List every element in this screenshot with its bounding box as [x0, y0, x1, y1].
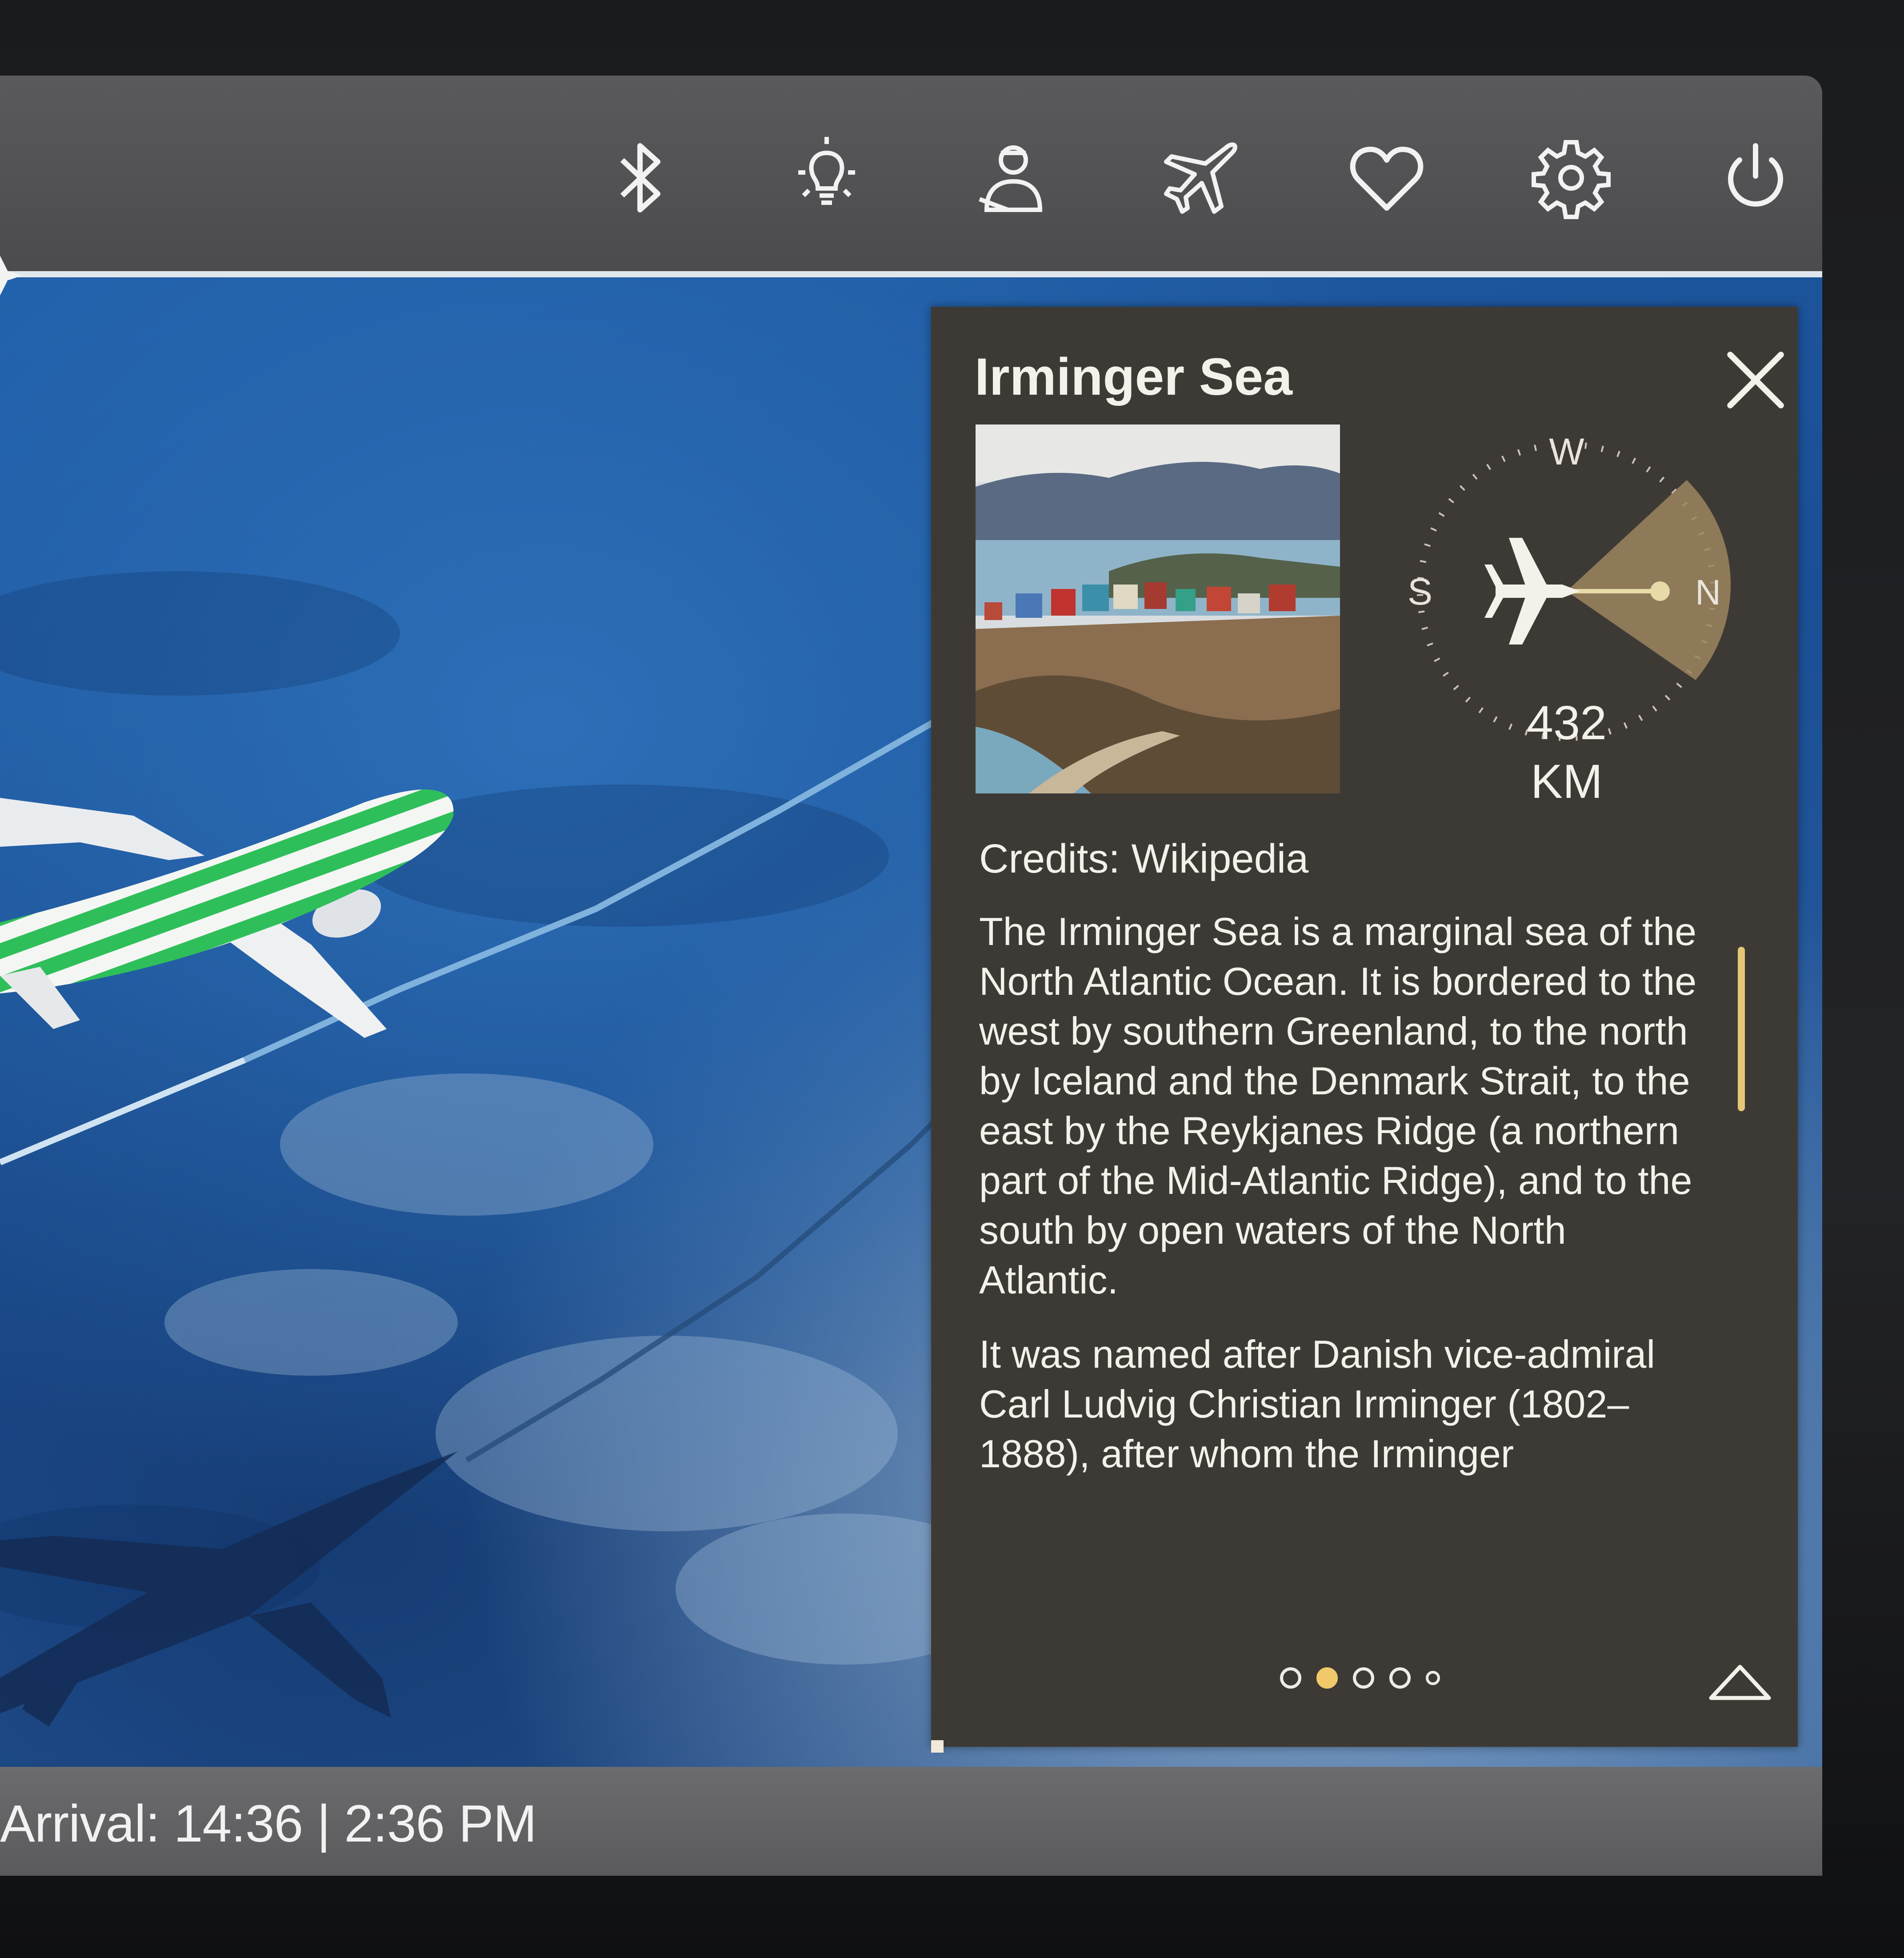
call-attendant-icon[interactable] [964, 129, 1062, 227]
page-indicator [1280, 1662, 1440, 1694]
distance-unit: KM [1531, 754, 1603, 808]
flight-icon[interactable] [1151, 129, 1249, 227]
poi-info-panel: Irminger Sea W S N 432 KM Credits: Wikip… [931, 307, 1798, 1753]
page-dot-3[interactable] [1353, 1667, 1374, 1689]
top-toolbar [0, 76, 1822, 273]
panel-corner-marker [931, 1740, 944, 1753]
description-paragraph: The Irminger Sea is a marginal sea of th… [979, 909, 1697, 1302]
ife-screen: Irminger Sea W S N 432 KM Credits: Wikip… [0, 76, 1822, 1876]
location-photo [976, 424, 1340, 793]
flight-progress-line [0, 271, 1822, 277]
page-dot-4[interactable] [1389, 1667, 1411, 1689]
panel-title: Irminger Sea [975, 348, 1292, 406]
aircraft-heading-icon [1484, 538, 1580, 645]
settings-icon[interactable] [1522, 129, 1620, 227]
compass-south-label: S [1408, 571, 1432, 613]
description-scrollbar[interactable] [1738, 947, 1745, 1111]
bluetooth-icon[interactable] [591, 129, 689, 227]
power-icon[interactable] [1707, 129, 1804, 227]
image-credits: Credits: Wikipedia [979, 836, 1309, 881]
description-paragraph: It was named after Danish vice-admiral C… [979, 1332, 1656, 1476]
progress-aircraft-icon [0, 256, 22, 296]
reading-light-icon[interactable] [778, 129, 876, 227]
text-fade-overlay [979, 1507, 1735, 1560]
compass-west-label: W [1549, 431, 1584, 472]
compass-north-label: N [1695, 573, 1721, 612]
distance-value: 432 [1526, 696, 1607, 749]
distance-readout: 432 KM [1478, 693, 1656, 811]
aircraft-icon [0, 789, 454, 1038]
description-scroll-area[interactable]: The Irminger Sea is a marginal sea of th… [979, 907, 1712, 1556]
close-icon[interactable] [1722, 347, 1789, 413]
favorites-icon[interactable] [1338, 129, 1436, 227]
arrival-time: Arrival: 14:36 | 2:36 PM [0, 1794, 537, 1853]
page-dot-5[interactable] [1426, 1671, 1440, 1685]
page-dot-1[interactable] [1280, 1667, 1301, 1689]
page-dot-2-active[interactable] [1316, 1667, 1338, 1689]
collapse-up-icon[interactable] [1707, 1658, 1773, 1707]
bottom-status-bar: Arrival: 14:36 | 2:36 PM [0, 1767, 1822, 1876]
